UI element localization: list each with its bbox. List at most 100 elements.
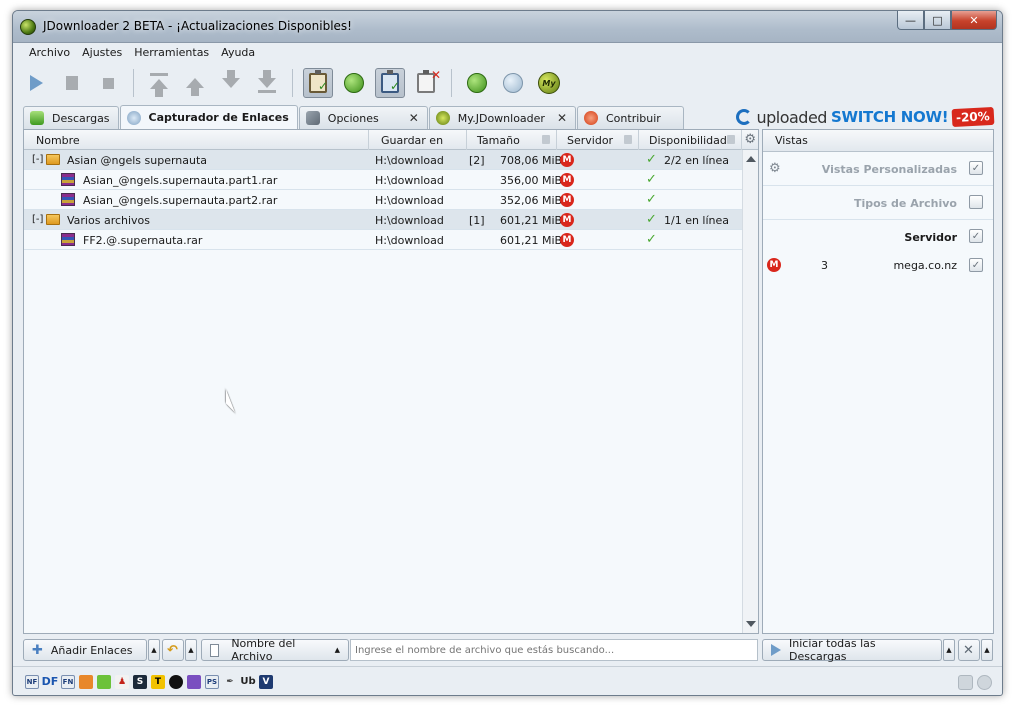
column-settings-gear-icon[interactable]: ⚙ [744, 132, 756, 147]
lock-icon [542, 135, 550, 144]
menu-ajustes[interactable]: Ajustes [76, 43, 128, 63]
row-save-to: H:\download [375, 174, 444, 187]
fn-service-icon[interactable]: FN [61, 674, 75, 689]
gear-icon[interactable]: ⚙ [769, 161, 781, 176]
tab-capturador-de-enlaces[interactable]: Capturador de Enlaces [119, 105, 298, 129]
search-field-selector[interactable]: Nombre del Archivo ▲ [201, 637, 349, 663]
column-label: Tamaño [477, 134, 520, 147]
custom-views-checkbox[interactable]: ✓ [969, 161, 983, 175]
ub-service-icon[interactable]: Ub [240, 675, 255, 689]
purple-service-icon[interactable] [187, 674, 201, 689]
dark-circle-service-icon[interactable] [169, 674, 183, 689]
add-links-button[interactable]: ✚ Añadir Enlaces [23, 639, 147, 661]
start-all-menu-arrow[interactable]: ▲ [943, 639, 955, 661]
selector-arrow-icon: ▲ [334, 646, 340, 654]
premium-button[interactable] [498, 68, 528, 98]
lock-icon [624, 135, 632, 144]
start-downloads-button[interactable] [21, 68, 51, 98]
tab-myjdownloader[interactable]: My.JDownloader ✕ [428, 106, 576, 129]
tab-opciones[interactable]: Opciones ✕ [298, 106, 428, 129]
clear-list-button[interactable]: ✕ [411, 68, 441, 98]
file-types-row[interactable]: Tipos de Archivo [763, 186, 993, 220]
column-tamano[interactable]: Tamaño [467, 130, 557, 150]
search-input[interactable] [350, 639, 758, 661]
close-tab-icon[interactable]: ✕ [409, 111, 419, 125]
scroll-down-arrow-icon[interactable] [746, 621, 756, 627]
update-button[interactable] [462, 68, 492, 98]
menu-ayuda[interactable]: Ayuda [215, 43, 261, 63]
start-all-downloads-button[interactable]: Iniciar todas las Descargas [762, 637, 942, 663]
collapse-toggle[interactable]: [-] [32, 154, 43, 165]
column-servidor[interactable]: Servidor [557, 130, 639, 150]
clipboard-observer-toggle[interactable]: ✓ [303, 68, 333, 98]
minimize-button[interactable]: — [897, 11, 924, 30]
tab-label: Opciones [327, 111, 379, 125]
file-types-checkbox[interactable] [969, 195, 983, 209]
package-folder-icon [46, 154, 60, 165]
jdownloader-window: JDownloader 2 BETA - ¡Actualizaciones Di… [12, 10, 1003, 696]
settings-tools-button[interactable]: ✕ [958, 639, 980, 661]
tools-menu-arrow[interactable]: ▲ [981, 639, 993, 661]
table-vertical-scrollbar[interactable] [742, 150, 758, 633]
row-size: 352,06 MiB [500, 194, 563, 207]
server-checkbox[interactable]: ✓ [969, 229, 983, 243]
add-links-menu-arrow[interactable]: ▲ [148, 639, 160, 661]
undo-menu-arrow[interactable]: ▲ [185, 639, 197, 661]
uploaded-promo-banner[interactable]: uploaded SWITCH NOW! -20% [736, 106, 995, 128]
t-service-icon[interactable]: T [151, 674, 165, 689]
custom-views-row[interactable]: ⚙ Vistas Personalizadas ✓ [763, 152, 993, 186]
reconnect-button[interactable] [339, 68, 369, 98]
column-disponibilidad[interactable]: Disponibilidad [639, 130, 742, 150]
figure-service-icon[interactable]: ♟ [115, 674, 129, 689]
clipboard-icon: ✓ [309, 70, 328, 93]
table-row[interactable]: Asian_@ngels.supernauta.part1.rar H:\dow… [24, 170, 742, 190]
title-bar[interactable]: JDownloader 2 BETA - ¡Actualizaciones Di… [13, 11, 1002, 43]
menu-herramientas[interactable]: Herramientas [128, 43, 215, 63]
stop-button[interactable] [93, 68, 123, 98]
online-check-icon: ✓ [646, 172, 657, 187]
server-filter-item[interactable]: M 3 mega.co.nz ✓ [763, 254, 993, 276]
table-row[interactable]: [-] Asian @ngels supernauta H:\download … [24, 150, 742, 170]
column-guardar-en[interactable]: Guardar en [369, 130, 467, 150]
collapse-toggle[interactable]: [-] [32, 214, 43, 225]
move-to-top-button[interactable] [144, 68, 174, 98]
column-nombre[interactable]: Nombre [24, 130, 369, 150]
jdownloader-app-icon [20, 19, 36, 35]
tab-contribuir[interactable]: Contribuir [577, 106, 684, 129]
close-window-button[interactable]: ✕ [951, 11, 997, 30]
maximize-button[interactable]: □ [924, 11, 951, 30]
move-up-button[interactable] [180, 68, 210, 98]
tab-descargas[interactable]: Descargas [23, 106, 119, 129]
undo-button[interactable]: ↶ [162, 639, 184, 661]
green-arrow-service-icon[interactable] [97, 674, 111, 689]
scroll-up-arrow-icon[interactable] [746, 156, 756, 162]
tray-icon[interactable] [958, 675, 973, 690]
mega-host-icon: M [560, 173, 574, 187]
banner-brand: uploaded [756, 107, 827, 127]
close-tab-icon[interactable]: ✕ [557, 111, 567, 125]
move-bottom-icon [258, 70, 276, 88]
table-row[interactable]: FF2.@.supernauta.rar H:\download 601,21 … [24, 230, 742, 250]
menu-archivo[interactable]: Archivo [23, 43, 76, 63]
table-row[interactable]: [-] Varios archivos H:\download [1] 601,… [24, 210, 742, 230]
tab-label: Capturador de Enlaces [148, 111, 289, 124]
toolbar-separator [451, 69, 452, 97]
orange-service-icon[interactable] [79, 674, 93, 689]
myjdownloader-button[interactable]: My [534, 68, 564, 98]
df-service-icon[interactable]: DF [42, 675, 59, 689]
user-icon[interactable] [977, 675, 992, 690]
s-service-icon[interactable]: S [133, 674, 147, 689]
ps-service-icon[interactable]: PS [205, 674, 219, 689]
pause-button[interactable] [57, 68, 87, 98]
move-to-bottom-button[interactable] [252, 68, 282, 98]
server-row[interactable]: Servidor ✓ [763, 220, 993, 254]
server-host-checkbox[interactable]: ✓ [969, 258, 983, 272]
move-down-button[interactable] [216, 68, 246, 98]
nf-service-icon[interactable]: NF [25, 674, 39, 689]
feather-service-icon[interactable]: ✒ [223, 675, 237, 689]
table-row[interactable]: Asian_@ngels.supernauta.part2.rar H:\dow… [24, 190, 742, 210]
mega-host-icon: M [560, 233, 574, 247]
uploaded-logo-icon [736, 109, 753, 125]
auto-confirm-toggle[interactable]: ✓ [375, 68, 405, 98]
v-service-icon[interactable]: V [259, 674, 273, 689]
